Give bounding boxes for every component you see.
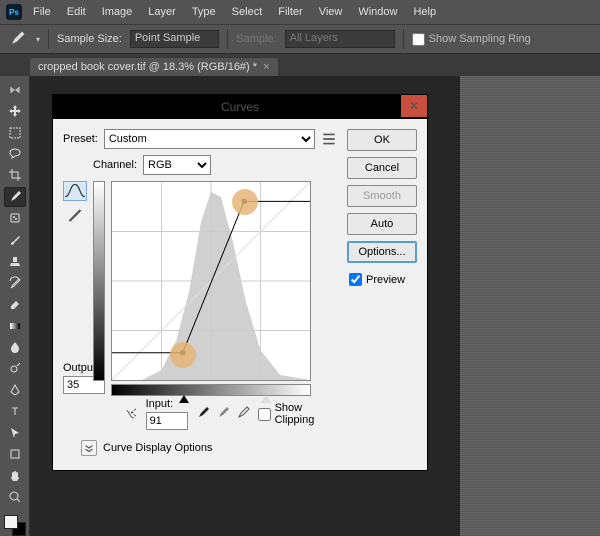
menu-select[interactable]: Select	[225, 3, 270, 21]
menu-window[interactable]: Window	[351, 3, 404, 21]
hand-tool-icon[interactable]	[4, 466, 26, 485]
smooth-button[interactable]: Smooth	[347, 185, 417, 207]
foreground-color-swatch[interactable]	[4, 515, 18, 529]
show-sampling-ring-input[interactable]	[412, 33, 425, 46]
input-gradient	[111, 384, 311, 396]
sample-size-label: Sample Size:	[57, 33, 122, 45]
curve-point-tool-icon[interactable]	[63, 181, 87, 201]
show-sampling-ring-checkbox[interactable]: Show Sampling Ring	[412, 33, 531, 46]
crop-tool-icon[interactable]	[4, 166, 26, 185]
dialog-title: Curves	[221, 100, 259, 114]
curves-dialog: Curves ✕ Preset: Custom Channel:	[52, 94, 428, 471]
sample-label: Sample:	[236, 33, 276, 45]
dodge-tool-icon[interactable]	[4, 359, 26, 378]
svg-text:T: T	[11, 406, 18, 418]
show-sampling-ring-label: Show Sampling Ring	[429, 33, 531, 45]
annotation-circle-highlight-point	[232, 189, 258, 215]
pen-tool-icon[interactable]	[4, 380, 26, 399]
expand-chevron-icon[interactable]	[81, 440, 97, 456]
healing-brush-tool-icon[interactable]	[4, 209, 26, 228]
menu-edit[interactable]: Edit	[60, 3, 93, 21]
close-icon[interactable]: ×	[263, 61, 269, 73]
zoom-tool-icon[interactable]	[4, 487, 26, 506]
preview-input[interactable]	[349, 273, 362, 286]
black-point-eyedropper-icon[interactable]	[196, 406, 210, 423]
dropdown-chevron-icon[interactable]: ▾	[36, 35, 40, 44]
gray-point-eyedropper-icon[interactable]	[216, 406, 230, 423]
cancel-button[interactable]: Cancel	[347, 157, 417, 179]
menu-bar: Ps File Edit Image Layer Type Select Fil…	[0, 0, 600, 24]
curve-draw-tool-icon[interactable]	[63, 204, 87, 224]
menu-view[interactable]: View	[312, 3, 350, 21]
app-logo-icon: Ps	[4, 2, 24, 22]
eyedropper-tool-icon[interactable]	[6, 28, 28, 50]
move-tool-icon[interactable]	[4, 101, 26, 120]
rectangle-tool-icon[interactable]	[4, 444, 26, 463]
preset-select[interactable]: Custom	[104, 129, 315, 149]
options-button[interactable]: Options...	[347, 241, 417, 263]
eraser-tool-icon[interactable]	[4, 294, 26, 313]
eyedropper-tool-icon[interactable]	[4, 187, 26, 206]
marquee-tool-icon[interactable]	[4, 123, 26, 142]
white-point-eyedropper-icon[interactable]	[236, 406, 250, 423]
tools-panel: T	[0, 76, 30, 536]
auto-button[interactable]: Auto	[347, 213, 417, 235]
targeted-adjustment-icon[interactable]	[123, 406, 138, 422]
options-bar: ▾ Sample Size: Point Sample Sample: All …	[0, 24, 600, 54]
gradient-tool-icon[interactable]	[4, 316, 26, 335]
document-image	[460, 76, 600, 536]
close-button[interactable]: ✕	[401, 95, 427, 117]
preset-menu-icon[interactable]	[321, 131, 337, 147]
sample-size-select[interactable]: Point Sample	[130, 30, 219, 48]
preview-checkbox[interactable]: Preview	[347, 273, 417, 286]
menu-help[interactable]: Help	[406, 3, 443, 21]
ok-button[interactable]: OK	[347, 129, 417, 151]
close-icon: ✕	[409, 99, 419, 113]
channel-select[interactable]: RGB	[143, 155, 211, 175]
dialog-titlebar[interactable]: Curves ✕	[53, 95, 427, 119]
path-selection-tool-icon[interactable]	[4, 423, 26, 442]
history-brush-tool-icon[interactable]	[4, 273, 26, 292]
svg-text:Ps: Ps	[9, 8, 19, 17]
menu-type[interactable]: Type	[185, 3, 223, 21]
blur-tool-icon[interactable]	[4, 337, 26, 356]
sample-layers-select[interactable]: All Layers	[285, 30, 395, 48]
menu-filter[interactable]: Filter	[271, 3, 309, 21]
show-clipping-input[interactable]	[258, 408, 271, 421]
black-point-slider[interactable]	[179, 395, 189, 403]
curve-graph[interactable]	[111, 181, 311, 408]
color-swatches[interactable]	[4, 515, 26, 536]
document-tab-label: cropped book cover.tif @ 18.3% (RGB/16#)…	[38, 61, 257, 73]
annotation-circle-shadow-point	[170, 342, 196, 368]
output-gradient	[93, 181, 105, 381]
input-sliders[interactable]	[111, 396, 311, 408]
preview-label: Preview	[366, 274, 405, 286]
document-tab[interactable]: cropped book cover.tif @ 18.3% (RGB/16#)…	[30, 58, 278, 76]
clone-stamp-tool-icon[interactable]	[4, 252, 26, 271]
lasso-tool-icon[interactable]	[4, 144, 26, 163]
type-tool-icon[interactable]: T	[4, 402, 26, 421]
document-tab-bar: cropped book cover.tif @ 18.3% (RGB/16#)…	[0, 54, 600, 76]
menu-layer[interactable]: Layer	[141, 3, 183, 21]
brush-tool-icon[interactable]	[4, 230, 26, 249]
menu-file[interactable]: File	[26, 3, 58, 21]
white-point-slider[interactable]	[261, 395, 271, 403]
menu-image[interactable]: Image	[95, 3, 140, 21]
preset-label: Preset:	[63, 133, 98, 145]
input-input[interactable]	[146, 412, 188, 430]
channel-label: Channel:	[93, 159, 137, 171]
curve-display-options-label[interactable]: Curve Display Options	[103, 442, 212, 454]
tab-handle-icon[interactable]	[4, 80, 26, 99]
